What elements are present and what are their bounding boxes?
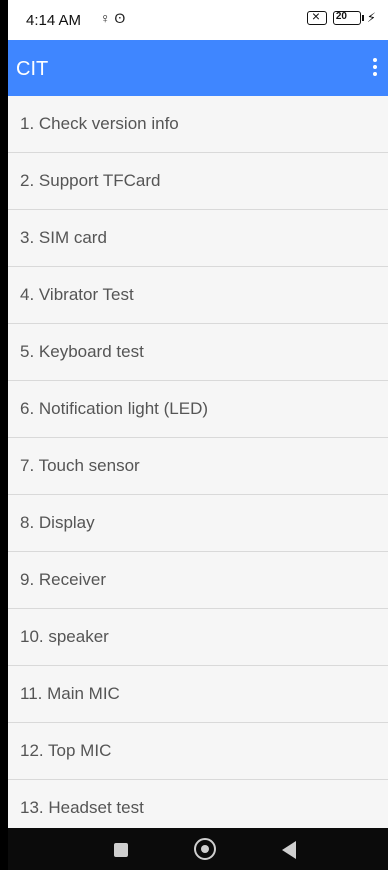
app-bar: CIT [8,40,388,96]
list-item[interactable]: 11. Main MIC [8,666,388,723]
list-item-label: 13. Headset test [20,798,144,817]
list-item-label: 8. Display [20,513,95,532]
list-item[interactable]: 3. SIM card [8,210,388,267]
list-item[interactable]: 13. Headset test [8,780,388,828]
list-item[interactable]: 1. Check version info [8,96,388,153]
list-item-label: 12. Top MIC [20,741,112,760]
phone-screen: 4:14 AM ♀ ʘ 20 ⚡ CIT 1. Check version in… [8,0,388,870]
charging-icon: ⚡ [366,10,376,25]
list-item[interactable]: 2. Support TFCard [8,153,388,210]
list-item-label: 5. Keyboard test [20,342,144,361]
no-sim-icon [306,8,327,25]
list-item[interactable]: 12. Top MIC [8,723,388,780]
list-item[interactable]: 10. speaker [8,609,388,666]
list-item[interactable]: 5. Keyboard test [8,324,388,381]
list-item[interactable]: 6. Notification light (LED) [8,381,388,438]
list-item[interactable]: 8. Display [8,495,388,552]
list-item-label: 4. Vibrator Test [20,285,134,304]
status-right-icons: 20 ⚡ [306,8,376,26]
list-item[interactable]: 7. Touch sensor [8,438,388,495]
list-item-label: 3. SIM card [20,228,107,247]
battery-level: 20 [335,11,347,22]
list-item-label: 11. Main MIC [20,684,120,703]
status-left-icons: ♀ ʘ [100,10,126,26]
home-circle-icon[interactable] [194,838,216,860]
list-item-label: 10. speaker [20,627,109,646]
list-item[interactable]: 4. Vibrator Test [8,267,388,324]
overflow-menu-icon[interactable] [370,56,380,80]
list-item-label: 6. Notification light (LED) [20,399,209,418]
back-triangle-icon[interactable] [282,841,296,859]
status-bar: 4:14 AM ♀ ʘ 20 ⚡ [8,0,388,40]
recents-square-icon[interactable] [114,843,128,857]
list-item[interactable]: 9. Receiver [8,552,388,609]
page-title: CIT [16,58,49,80]
navigation-bar [8,828,388,870]
list-item-label: 7. Touch sensor [20,456,140,475]
list-item-label: 2. Support TFCard [20,171,161,190]
test-list[interactable]: 1. Check version info 2. Support TFCard … [8,96,388,828]
status-time: 4:14 AM [26,12,82,29]
list-item-label: 1. Check version info [20,114,179,133]
list-item-label: 9. Receiver [20,570,106,589]
battery-icon: 20 [332,11,364,25]
